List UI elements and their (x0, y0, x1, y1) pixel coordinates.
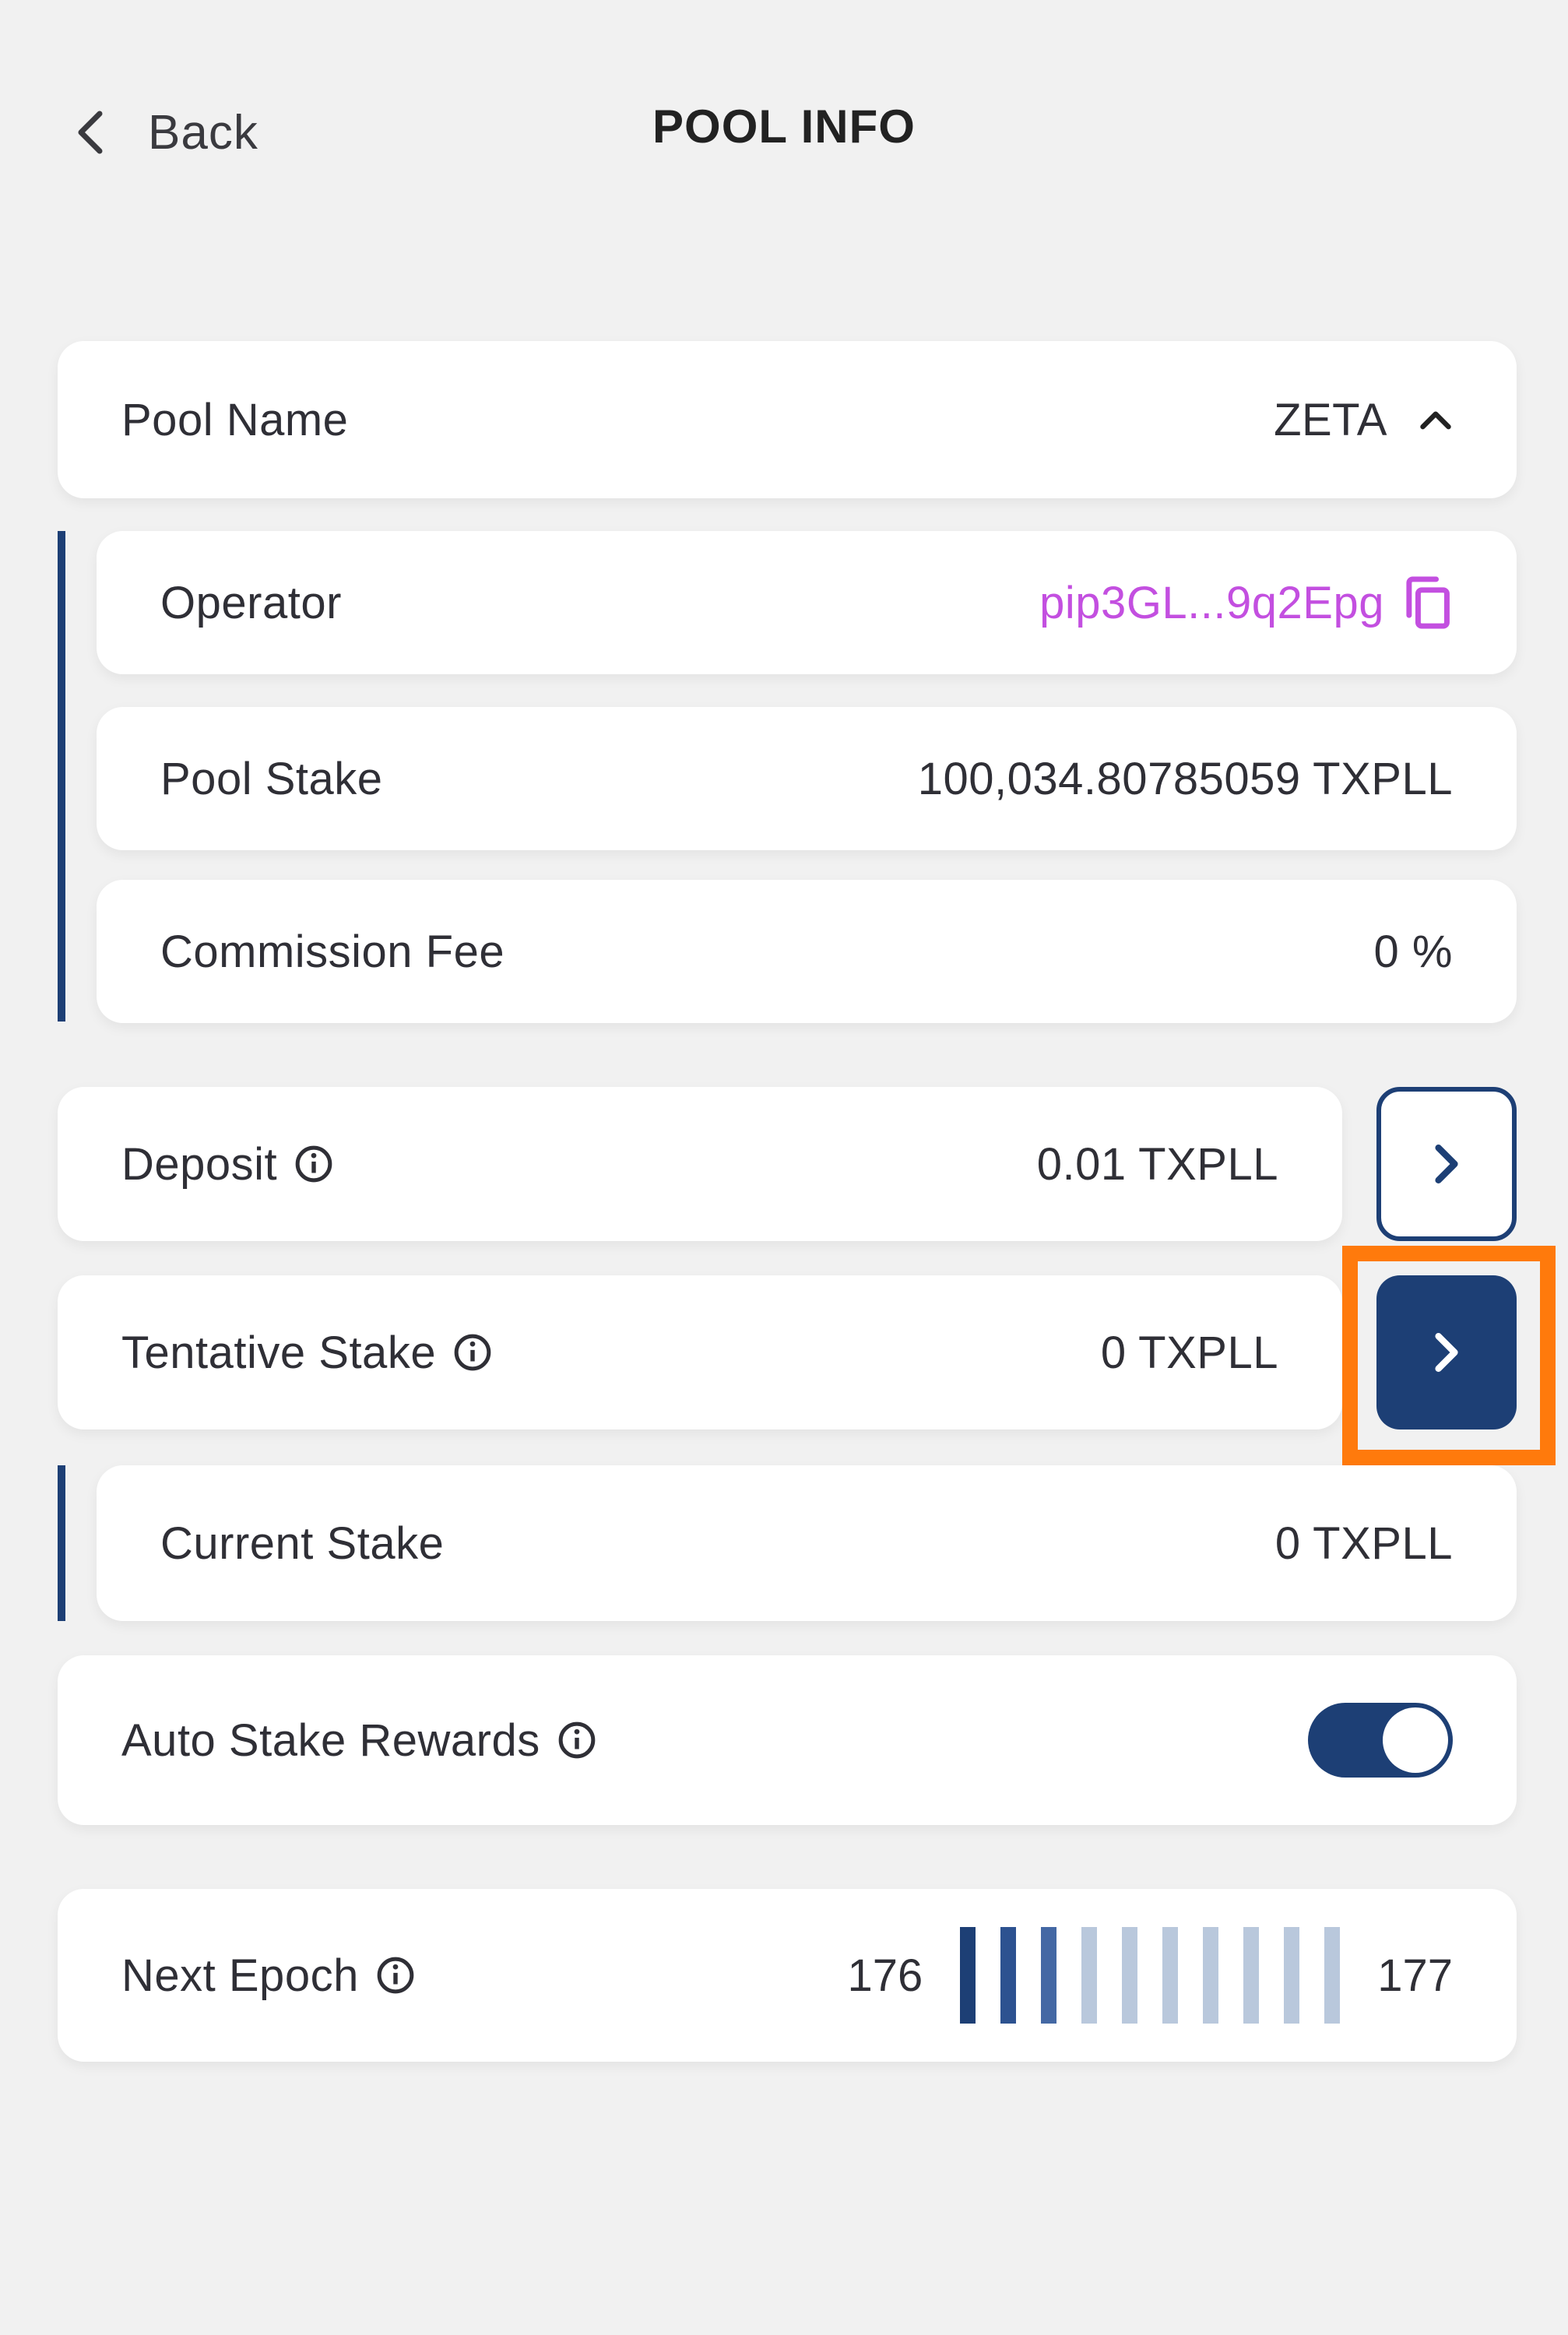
next-epoch-label-group: Next Epoch (121, 1950, 415, 2002)
deposit-label: Deposit (121, 1138, 278, 1190)
info-icon[interactable] (557, 1721, 596, 1760)
pool-name-row[interactable]: Pool Name ZETA (58, 341, 1517, 498)
epoch-progress: 176 177 (847, 1927, 1453, 2024)
deposit-value: 0.01 TXPLL (1036, 1138, 1278, 1190)
tentative-stake-value: 0 TXPLL (1100, 1327, 1278, 1378)
tentative-stake-label: Tentative Stake (121, 1327, 437, 1378)
commission-fee-label: Commission Fee (160, 926, 505, 977)
deposit-button[interactable] (1376, 1087, 1517, 1241)
info-icon[interactable] (294, 1145, 333, 1183)
deposit-row: Deposit 0.01 TXPLL (58, 1087, 1342, 1241)
next-epoch-row: Next Epoch 176 177 (58, 1889, 1517, 2062)
chevron-up-icon (1420, 411, 1451, 430)
epoch-progress-bars (960, 1927, 1341, 2024)
chevron-right-icon (1435, 1145, 1458, 1183)
info-icon[interactable] (376, 1956, 415, 1995)
auto-stake-rewards-row: Auto Stake Rewards (58, 1655, 1517, 1825)
epoch-progress-segment (1284, 1927, 1300, 2024)
chevron-right-icon (1435, 1333, 1458, 1372)
tentative-stake-label-group: Tentative Stake (121, 1327, 492, 1379)
tentative-stake-row: Tentative Stake 0 TXPLL (58, 1275, 1342, 1429)
current-stake-value: 0 TXPLL (1274, 1517, 1453, 1569)
pool-stake-label: Pool Stake (160, 753, 383, 804)
copy-icon[interactable] (1401, 574, 1453, 631)
auto-stake-toggle[interactable] (1308, 1703, 1453, 1778)
pool-name-value: ZETA (1274, 394, 1387, 445)
epoch-from: 176 (847, 1950, 923, 2001)
epoch-progress-segment (960, 1927, 976, 2024)
deposit-label-group: Deposit (121, 1138, 333, 1190)
details-accent-bar (58, 531, 65, 1022)
next-epoch-label: Next Epoch (121, 1950, 359, 2001)
auto-stake-label-group: Auto Stake Rewards (121, 1714, 596, 1767)
epoch-progress-segment (1324, 1927, 1341, 2024)
current-stake-label: Current Stake (160, 1517, 445, 1569)
epoch-progress-segment (1081, 1927, 1098, 2024)
operator-row: Operator pip3GL...9q2Epg (97, 531, 1517, 674)
auto-stake-label: Auto Stake Rewards (121, 1714, 540, 1766)
operator-label: Operator (160, 577, 342, 628)
current-stake-accent-bar (58, 1465, 65, 1621)
pool-name-label: Pool Name (121, 394, 349, 445)
epoch-progress-segment (1162, 1927, 1179, 2024)
info-icon[interactable] (453, 1333, 492, 1372)
commission-fee-row: Commission Fee 0 % (97, 880, 1517, 1023)
current-stake-row: Current Stake 0 TXPLL (97, 1465, 1517, 1621)
tentative-stake-button[interactable] (1376, 1275, 1517, 1429)
toggle-knob (1383, 1707, 1448, 1773)
pool-stake-row: Pool Stake 100,034.80785059 TXPLL (97, 707, 1517, 850)
commission-fee-value: 0 % (1373, 926, 1453, 977)
operator-value-group[interactable]: pip3GL...9q2Epg (1039, 574, 1453, 631)
page-title: POOL INFO (652, 100, 916, 153)
epoch-progress-segment (1203, 1927, 1219, 2024)
epoch-to: 177 (1377, 1950, 1453, 2001)
operator-address[interactable]: pip3GL...9q2Epg (1039, 577, 1384, 629)
epoch-progress-segment (1041, 1927, 1057, 2024)
epoch-progress-segment (1122, 1927, 1138, 2024)
pool-name-value-group[interactable]: ZETA (1274, 394, 1453, 446)
epoch-progress-segment (1243, 1927, 1260, 2024)
epoch-progress-segment (1000, 1927, 1017, 2024)
pool-stake-value: 100,034.80785059 TXPLL (917, 753, 1453, 804)
